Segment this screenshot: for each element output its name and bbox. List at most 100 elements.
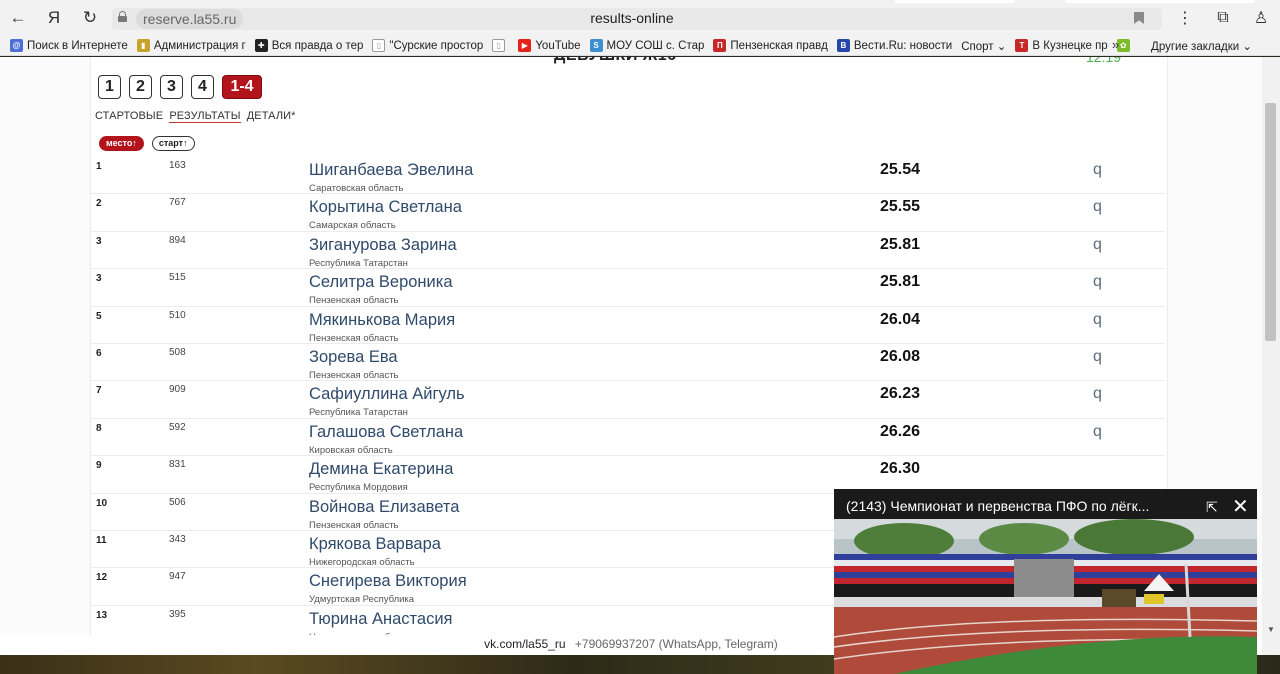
region-cell: Кировская область <box>309 444 393 456</box>
qualification-mark: q <box>1093 198 1102 216</box>
other-bookmarks-button[interactable]: Другие закладки ⌄ <box>1151 39 1252 53</box>
bookmark-item[interactable]: Спорт ⌄ <box>961 39 1006 53</box>
athlete-name-link[interactable]: Зорева Ева <box>309 348 398 367</box>
collections-icon[interactable]: ⧉ <box>1204 9 1242 27</box>
bookmark-label: Вся правда о тер <box>271 39 364 52</box>
place-cell: 9 <box>96 460 102 472</box>
qualification-mark: q <box>1093 422 1102 440</box>
athlete-name-link[interactable]: Войнова Елизавета <box>309 498 459 517</box>
bookmark-item[interactable]: TВ Кузнецке пр <box>1015 39 1108 52</box>
heat-tabs: 1 2 3 4 1-4 <box>98 75 270 99</box>
athlete-name-link[interactable]: Галашова Светлана <box>309 423 463 442</box>
bookmark-item[interactable]: ▮ Администрация г <box>136 39 246 52</box>
vk-link[interactable]: vk.com/la55_ru <box>484 637 565 651</box>
bookmark-favicon-icon: T <box>1015 39 1029 52</box>
bib-cell: 508 <box>169 346 186 358</box>
result-row: 5 510 Мякинькова Мария Пензенская область 26… <box>91 307 1165 344</box>
top-highlight <box>1065 0 1255 3</box>
start-list-link[interactable]: СТАРТОВЫЕ <box>95 110 163 122</box>
bookmark-item[interactable]: S МОУ СОШ с. Стар <box>589 39 704 52</box>
bookmark-label: В Кузнецке пр <box>1032 39 1108 52</box>
place-cell: 7 <box>96 385 102 397</box>
bookmark-item[interactable]: B Вести.Ru: новости <box>836 39 953 52</box>
athlete-name-link[interactable]: Тюрина Анастасия <box>309 610 453 629</box>
athlete-name-link[interactable]: Мякинькова Мария <box>309 311 455 330</box>
athlete-name-link[interactable]: Шиганбаева Эвелина <box>309 161 473 180</box>
result-row: 6 508 Зорева Ева Пензенская область 26.08 q <box>91 344 1165 382</box>
bookmark-item[interactable]: ▯ "Сурские простор <box>372 39 483 52</box>
athlete-name-link[interactable]: Корытина Светлана <box>309 198 462 217</box>
scroll-down-arrow-icon[interactable]: ▼ <box>1267 625 1275 634</box>
bib-cell: 909 <box>169 384 186 396</box>
scrollbar-thumb[interactable] <box>1265 103 1276 341</box>
page-scrollbar[interactable]: ▼ <box>1262 57 1280 655</box>
bookmark-item[interactable]: ✿ <box>1116 39 1134 52</box>
bookmark-favicon-icon: П <box>713 39 727 52</box>
athlete-name-link[interactable]: Демина Екатерина <box>309 460 453 479</box>
athlete-name-link[interactable]: Сафиуллина Айгуль <box>309 385 465 404</box>
bib-cell: 515 <box>169 272 186 284</box>
stadium-video-frame[interactable] <box>834 519 1257 674</box>
more-vertical-icon[interactable]: ⋮ <box>1166 8 1204 28</box>
extensions-icon[interactable]: ♙ <box>1242 8 1280 28</box>
place-cell: 3 <box>96 235 102 247</box>
qualification-mark: q <box>1093 235 1102 253</box>
place-cell: 10 <box>96 497 108 509</box>
result-row: 3 515 Селитра Вероника Пензенская область 25… <box>91 269 1165 307</box>
bookmark-item[interactable]: @ Поиск в Интернете <box>10 39 128 52</box>
results-link[interactable]: РЕЗУЛЬТАТЫ <box>169 110 241 123</box>
result-row: 9 831 Демина Екатерина Республика Мордовия 2… <box>91 456 1165 494</box>
bookmark-label: Спорт ⌄ <box>961 40 1007 53</box>
qualification-mark: q <box>1093 347 1102 365</box>
athlete-name-link[interactable]: Зиганурова Зарина <box>309 236 457 255</box>
result-time-cell: 25.81 <box>880 235 921 253</box>
result-row: 2 767 Корытина Светлана Самарская область 25… <box>91 194 1165 232</box>
result-row: 8 592 Галашова Светлана Кировская область 26… <box>91 419 1165 457</box>
bookmark-label: Вести.Ru: новости <box>853 39 953 52</box>
heat-tab-1[interactable]: 1 <box>98 75 121 99</box>
details-link[interactable]: ДЕТАЛИ* <box>247 110 296 122</box>
place-cell: 2 <box>96 198 102 210</box>
place-cell: 6 <box>96 347 102 359</box>
heat-tab-4[interactable]: 4 <box>191 75 214 99</box>
bib-cell: 592 <box>169 421 186 433</box>
place-cell: 12 <box>96 572 108 584</box>
bookmark-item[interactable]: П Пензенская правд <box>713 39 828 52</box>
result-row: 3 894 Зиганурова Зарина Республика Татарста… <box>91 232 1165 270</box>
bookmark-label: Администрация г <box>153 39 246 52</box>
event-title: ДЕВУШКИ Ж16 <box>554 57 677 65</box>
sort-by-place-button[interactable]: место↑ <box>99 136 144 151</box>
bookmarks-overflow-button[interactable]: » <box>1112 37 1119 52</box>
video-pip-window[interactable]: (2143) Чемпионат и первенства ПФО по лёг… <box>834 489 1257 674</box>
result-row: 1 163 Шиганбаева Эвелина Саратовская област… <box>91 157 1165 195</box>
bookmark-item[interactable]: ✚ Вся правда о тер <box>254 39 364 52</box>
result-row: 7 909 Сафиуллина Айгуль Республика Татарста… <box>91 381 1165 419</box>
bib-cell: 506 <box>169 496 186 508</box>
close-video-icon[interactable]: ✕ <box>1232 494 1249 519</box>
result-time-cell: 25.55 <box>880 198 921 216</box>
bib-cell: 767 <box>169 197 186 209</box>
region-cell: Пензенская область <box>309 369 399 381</box>
top-highlight <box>895 0 1015 3</box>
result-time-cell: 26.26 <box>880 422 921 440</box>
sort-by-start-button[interactable]: старт↑ <box>151 136 195 151</box>
bookmark-favicon-icon: @ <box>10 39 23 52</box>
result-time-cell: 26.04 <box>880 310 921 328</box>
place-cell: 1 <box>96 161 102 172</box>
athlete-name-link[interactable]: Селитра Вероника <box>309 273 453 292</box>
bookmark-item[interactable]: ▶ YouTube <box>518 39 581 52</box>
region-cell: Республика Мордовия <box>309 482 408 494</box>
heat-tab-2[interactable]: 2 <box>129 75 152 99</box>
athlete-name-link[interactable]: Крякова Варвара <box>309 535 441 554</box>
event-time: 12:19 <box>1086 57 1122 65</box>
athlete-name-link[interactable]: Снегирева Виктория <box>309 572 467 591</box>
bookmark-item[interactable]: ▯ <box>492 39 509 52</box>
place-cell: 3 <box>96 273 102 285</box>
bib-cell: 395 <box>169 608 186 620</box>
bookmark-label: Поиск в Интернете <box>27 39 128 52</box>
bookmark-favicon-icon: ▶ <box>518 39 532 52</box>
heat-tab-3[interactable]: 3 <box>160 75 183 99</box>
heat-tab-all[interactable]: 1-4 <box>222 75 262 99</box>
expand-video-icon[interactable]: ⇱ <box>1206 499 1218 516</box>
video-title: (2143) Чемпионат и первенства ПФО по лёг… <box>846 498 1150 514</box>
